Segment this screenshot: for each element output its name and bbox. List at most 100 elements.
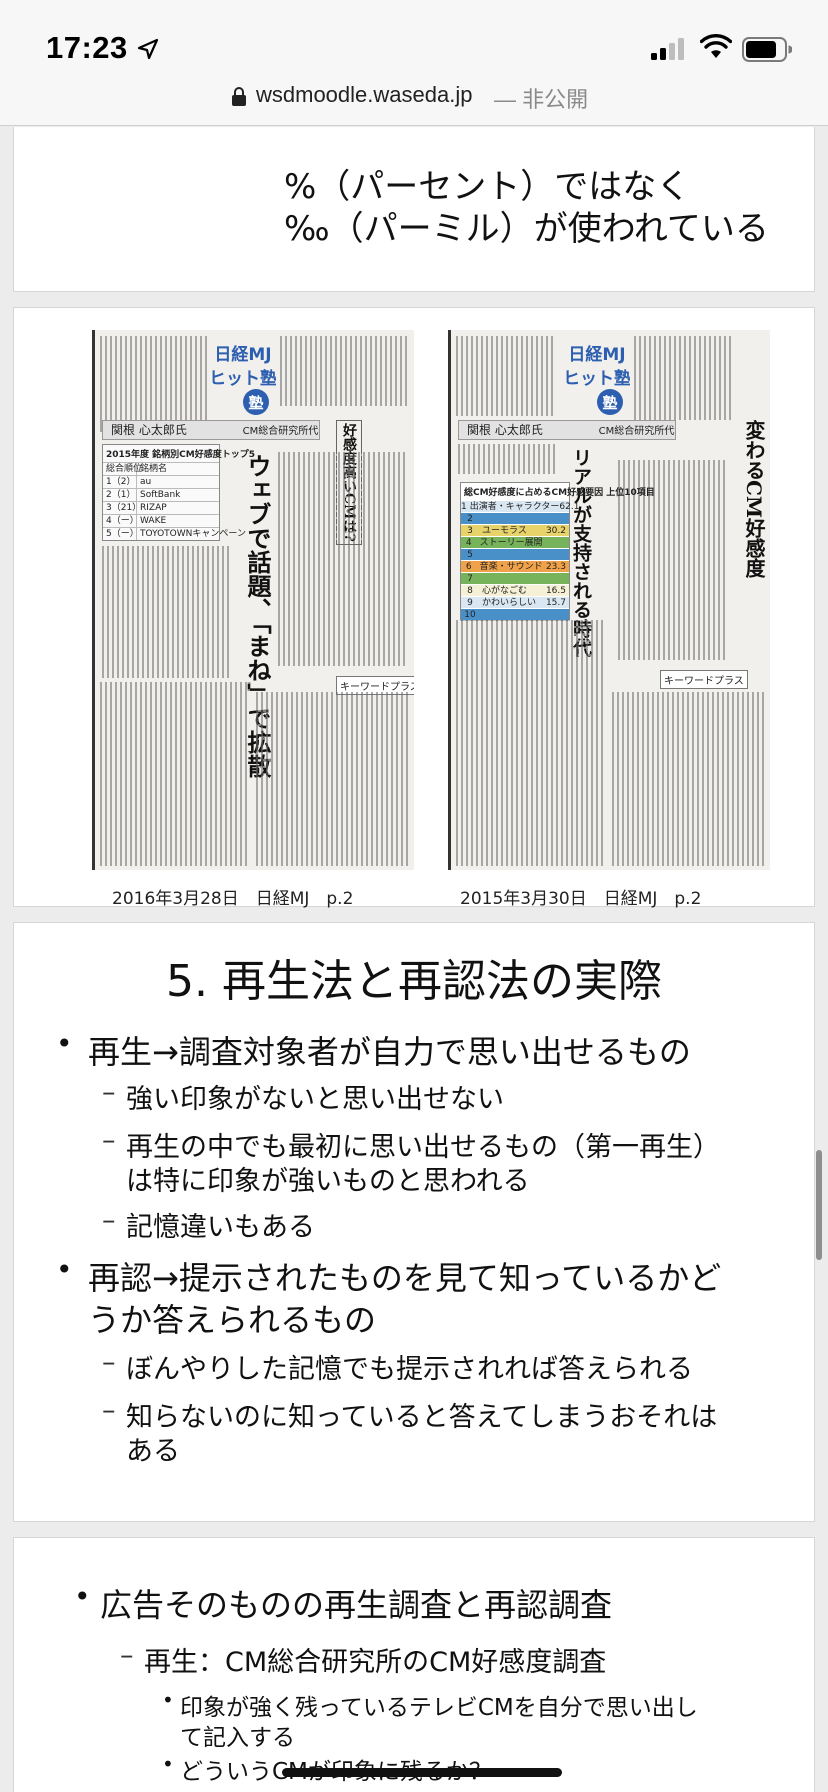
table-cell: 2（1） [103, 489, 137, 501]
logo-text-line2: ヒット塾 [210, 368, 276, 389]
table-cell: 4（ー） [103, 515, 139, 527]
table-cell: 5（ー） [103, 528, 139, 540]
author-name: 関根 心太郎氏 [467, 423, 543, 437]
url-host: wsdmoodle.waseda.jp [256, 82, 473, 107]
slide-ad-recall-survey: • 広告そのものの再生調査と再認調査 – 再生：CM総合研究所のCM好感度調査 … [13, 1537, 815, 1792]
sub-bullet-text: 再生：CM総合研究所のCM好感度調査 [144, 1647, 607, 1678]
slide-title: 5. 再生法と再認法の実際 [166, 956, 662, 1007]
table-cell: RIZAP [140, 503, 167, 513]
sub-bullet-text: ある [126, 1436, 180, 1467]
article-text-block [100, 336, 208, 432]
sub-bullet-dash: – [102, 1125, 116, 1156]
author-bar: 関根 心太郎氏 CM総合研究所代表 [458, 420, 676, 440]
bullet-dot: • [74, 1580, 91, 1613]
author-name: 関根 心太郎氏 [111, 423, 187, 437]
home-indicator[interactable] [282, 1768, 562, 1777]
table-row: 5（ー） TOYOTOWNキャンペーン [103, 527, 246, 540]
sub-bullet-dash: – [102, 1347, 116, 1378]
slide-text-line: ‰（パーミル）が使われている [284, 209, 769, 249]
table-row: 2（1） SoftBank [103, 488, 219, 501]
sub-bullet-dash: – [102, 1395, 116, 1426]
ranking-color-table: 総CM好感度に占めるCM好感要因 上位10項目 1 出演者・キャラクター 62.1 … [460, 482, 655, 621]
headline-box: 変わるCM好感度 [742, 420, 766, 579]
sub-bullet-text: 強い印象がないと思い出せない [126, 1084, 504, 1115]
keyword-plus-label: キーワードプラス [660, 670, 748, 689]
slide-permille: %（パーセント）ではなく ‰（パーミル）が使われている [13, 127, 815, 292]
sub-bullet-text: ぼんやりした記憶でも提示されれば答えられる [126, 1354, 693, 1385]
table-header-cell: 銘柄名 [140, 464, 168, 474]
slide-newspaper-clippings: 日経MJ ヒット塾 塾 関根 心太郎氏 CM総合研究所代表 好感度高いCMは? … [13, 307, 815, 909]
table-row: 3（21） RIZAP [103, 501, 219, 514]
table-row: 3 ユーモラス 30.2 [461, 524, 569, 536]
lock-icon [232, 87, 246, 106]
scrollbar-thumb[interactable] [816, 1150, 822, 1260]
author-org: CM総合研究所代表 [242, 426, 320, 437]
table-row: 6 音楽・サウンド 23.3 [461, 560, 569, 572]
newspaper-clipping-2015: 日経MJ ヒット塾 塾 関根 心太郎氏 CM総合研究所代表 変わるCM好感度 リ… [448, 330, 770, 870]
bullet-dot: • [56, 1253, 73, 1286]
ranking-table-title: 2015年度 銘柄別CM好感度トップ5 [106, 450, 256, 460]
table-header-row: 総合順位 銘柄名 [103, 462, 219, 475]
bullet-dot: • [56, 1027, 73, 1060]
sub-bullet-text: は特に印象が強いものと思われる [126, 1166, 530, 1197]
article-text-block [634, 336, 734, 420]
table-row: 5 [461, 548, 569, 560]
clipping-caption-2016: 2016年3月28日 日経MJ p.2 [112, 889, 354, 909]
bullet-text: 再認→提示されたものを見て知っているかど [88, 1259, 722, 1297]
column-rule [448, 330, 451, 870]
url-bar[interactable]: wsdmoodle.waseda.jp — 非公開 [0, 78, 828, 126]
table-row: 8 心がなごむ 16.5 [461, 584, 569, 596]
bullet-text: うか答えられるもの [88, 1301, 377, 1339]
table-cell: WAKE [140, 516, 167, 526]
clipping-caption-2015: 2015年3月30日 日経MJ p.2 [460, 889, 702, 909]
table-row: 7 [461, 572, 569, 584]
sub-sub-bullet-text: て記入する [180, 1725, 295, 1751]
wifi-icon [700, 34, 732, 58]
sub-bullet-dash: – [102, 1077, 116, 1108]
nikkei-mj-hit-juku-logo: 日経MJ ヒット塾 塾 [210, 344, 276, 415]
article-text-block [256, 692, 408, 866]
table-cell: SoftBank [140, 490, 181, 500]
logo-text-line2: ヒット塾 [564, 368, 630, 389]
ranking-table: 2015年度 銘柄別CM好感度トップ5 総合順位 銘柄名 1（2） au 2（1… [102, 444, 256, 541]
svg-text:塾: 塾 [248, 394, 263, 412]
table-row: 10 [461, 608, 569, 620]
table-row: 1（2） au [103, 475, 219, 488]
slide-recall-recognition: 5. 再生法と再認法の実際 • 再生→調査対象者が自力で思い出せるもの – 強い… [13, 922, 815, 1522]
table-header-cell: 総合順位 [103, 463, 142, 475]
article-text-block [458, 444, 558, 474]
table-row: 9 かわいらしい 15.7 [461, 596, 569, 608]
sub-bullet-dash: – [102, 1205, 116, 1236]
author-bar: 関根 心太郎氏 CM総合研究所代表 [102, 420, 320, 440]
bullet-text: 再生→調査対象者が自力で思い出せるもの [88, 1033, 691, 1071]
column-rule [92, 330, 95, 870]
location-arrow-icon [137, 38, 159, 60]
sub-bullet-dash: – [120, 1640, 134, 1671]
cellular-signal-icon [651, 38, 684, 60]
sub-sub-bullet-text: 印象が強く残っているテレビCMを自分で思い出し [180, 1695, 698, 1721]
article-text-block [102, 546, 230, 678]
article-text-block [100, 682, 250, 866]
newspaper-clipping-2016: 日経MJ ヒット塾 塾 関根 心太郎氏 CM総合研究所代表 好感度高いCMは? … [92, 330, 414, 870]
table-cell: 3（21） [103, 502, 141, 514]
logo-text-line1: 日経MJ [214, 344, 271, 365]
status-time: 17:23 [46, 30, 128, 65]
svg-text:塾: 塾 [602, 394, 617, 412]
table-cell: 1（2） [103, 476, 137, 488]
table-cell: au [140, 477, 152, 487]
table-cell: TOYOTOWNキャンペーン [140, 529, 246, 539]
table-row: 4 ストーリー展開 [461, 536, 569, 548]
bullet-dot: • [162, 1752, 174, 1776]
article-text-block [612, 692, 764, 866]
nikkei-mj-hit-juku-logo: 日経MJ ヒット塾 塾 [564, 344, 630, 415]
article-text-block [456, 620, 606, 866]
battery-icon [742, 37, 792, 62]
color-table-title: 総CM好感度に占めるCM好感要因 上位10項目 [464, 488, 655, 498]
table-row: 2 [461, 512, 569, 524]
sub-bullet-text: 記憶違いもある [126, 1212, 315, 1243]
article-text-block [278, 452, 408, 666]
article-text-block [456, 336, 556, 416]
logo-text-line1: 日経MJ [568, 344, 625, 365]
status-bar: 17:23 [0, 0, 828, 84]
table-row: 1 出演者・キャラクター 62.1 [461, 500, 580, 512]
